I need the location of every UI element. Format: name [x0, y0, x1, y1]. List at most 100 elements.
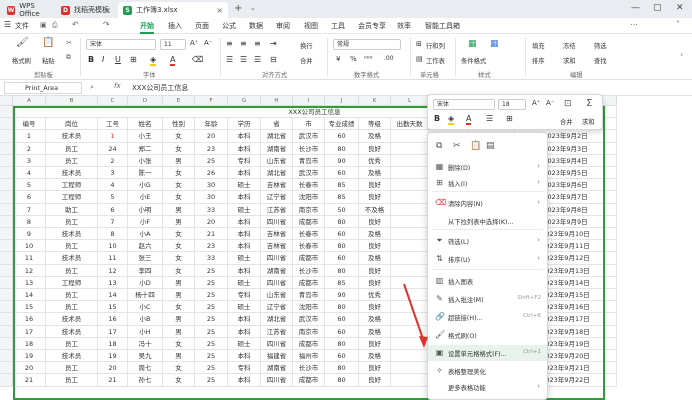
menu-file[interactable]: 文件 — [15, 21, 29, 31]
table-cell[interactable]: 女 — [163, 374, 195, 387]
table-cell[interactable]: 本科 — [228, 264, 261, 277]
table-cell[interactable]: 辽宁省 — [261, 301, 293, 314]
table-cell[interactable]: 技术员 — [46, 313, 98, 326]
context-menu-item[interactable]: 从下拉列表中选择(K)... — [428, 213, 547, 229]
table-cell[interactable]: 25 — [195, 276, 228, 289]
table-cell[interactable]: 专科 — [228, 289, 261, 302]
table-cell[interactable]: 男 — [163, 154, 195, 167]
table-cell[interactable]: 工程师 — [46, 179, 98, 192]
table-cell[interactable]: 20 — [195, 130, 228, 143]
new-tab-button[interactable]: + — [234, 3, 242, 14]
table-cell[interactable]: 2 — [98, 154, 128, 167]
table-cell[interactable]: 小张 — [128, 154, 163, 167]
row-header[interactable] — [0, 142, 13, 155]
menu-data[interactable]: 数据 — [249, 21, 263, 31]
table-cell[interactable]: 市 — [293, 118, 325, 131]
align-center-icon[interactable]: ☰ — [486, 114, 493, 123]
sum-button[interactable]: 求和 — [563, 56, 576, 65]
font-name-select[interactable]: 宋体 — [86, 39, 156, 50]
table-cell[interactable]: 及格 — [359, 350, 391, 363]
tab-wps-office[interactable]: W WPS Office — [2, 2, 54, 18]
table-cell[interactable]: 湖北省 — [261, 313, 293, 326]
table-cell[interactable]: 技术员 — [46, 325, 98, 338]
table-cell[interactable]: 85 — [325, 276, 359, 289]
table-cell[interactable]: 12 — [98, 264, 128, 277]
row-header[interactable] — [0, 130, 13, 143]
table-cell[interactable]: 17 — [13, 325, 46, 338]
table-cell[interactable]: 80 — [325, 374, 359, 387]
underline-icon[interactable]: U — [115, 55, 121, 64]
column-header[interactable]: K — [359, 96, 391, 106]
menu-formula[interactable]: 公式 — [222, 21, 236, 31]
table-cell[interactable]: 男 — [163, 276, 195, 289]
table-cell[interactable]: 等级 — [359, 118, 391, 131]
italic-icon[interactable]: I — [102, 55, 104, 64]
table-cell[interactable]: 良好 — [359, 191, 391, 204]
context-menu-item[interactable]: ▣ 设置单元格格式(F)... Ctrl+1 — [428, 345, 547, 361]
table-cell[interactable]: 15 — [98, 301, 128, 314]
distribute-icon[interactable]: ⊟ — [270, 55, 277, 64]
menu-insert[interactable]: 插入 — [168, 21, 182, 31]
table-cell[interactable]: 成都市 — [293, 276, 325, 289]
worksheet-button[interactable]: 工作表 — [426, 56, 445, 65]
table-cell[interactable]: 10 — [98, 240, 128, 253]
font-size-select[interactable]: 11 — [160, 39, 186, 50]
table-cell[interactable]: 小B — [128, 313, 163, 326]
table-cell[interactable]: 5 — [13, 179, 46, 192]
table-cell[interactable]: 20 — [13, 362, 46, 375]
table-cell[interactable]: 85 — [325, 191, 359, 204]
table-cell[interactable]: 本科 — [228, 215, 261, 228]
table-cell[interactable]: 硕士 — [228, 276, 261, 289]
row-header[interactable] — [0, 289, 13, 302]
table-cell[interactable]: 四川省 — [261, 374, 293, 387]
column-header[interactable]: B — [46, 96, 98, 106]
table-cell[interactable]: 及格 — [359, 252, 391, 265]
table-cell[interactable]: 女 — [163, 362, 195, 375]
table-cell[interactable]: 专科 — [228, 154, 261, 167]
table-cell[interactable]: 本科 — [228, 240, 261, 253]
table-cell[interactable]: 小H — [128, 325, 163, 338]
table-cell[interactable]: 13 — [98, 276, 128, 289]
menu-tools[interactable]: 工具 — [331, 21, 345, 31]
table-cell[interactable]: 及格 — [359, 313, 391, 326]
table-cell[interactable]: 16 — [98, 313, 128, 326]
table-cell[interactable]: 女 — [163, 191, 195, 204]
table-cell[interactable] — [391, 215, 429, 228]
table-cell[interactable]: 3 — [98, 167, 128, 180]
table-cell[interactable]: 山东省 — [261, 289, 293, 302]
table-cell[interactable]: 福建省 — [261, 350, 293, 363]
table-cell[interactable] — [391, 142, 429, 155]
context-menu-item[interactable]: ▥ 插入图表 — [428, 273, 547, 289]
row-header[interactable] — [0, 215, 13, 228]
table-cell[interactable]: 成都市 — [293, 252, 325, 265]
table-cell[interactable]: 60 — [325, 313, 359, 326]
table-cell[interactable]: 青岛市 — [293, 289, 325, 302]
column-header[interactable]: G — [228, 96, 261, 106]
table-cell[interactable]: 吴九 — [128, 350, 163, 363]
table-cell[interactable]: 80 — [325, 301, 359, 314]
table-cell[interactable]: 24 — [98, 142, 128, 155]
row-header[interactable] — [0, 325, 13, 338]
table-cell[interactable] — [391, 350, 429, 363]
table-cell[interactable]: 张三 — [128, 252, 163, 265]
table-cell[interactable]: 南京市 — [293, 325, 325, 338]
row-header[interactable] — [0, 154, 13, 167]
context-menu-item[interactable]: ⇅ 排序(U) › — [428, 251, 547, 267]
table-cell[interactable]: 员工 — [46, 215, 98, 228]
column-header[interactable]: L — [391, 96, 429, 106]
table-cell[interactable]: 员工 — [46, 154, 98, 167]
row-header[interactable] — [0, 337, 13, 350]
context-menu-item[interactable]: 🔗 超链接(H)... Ctrl+K — [428, 309, 547, 325]
table-cell[interactable]: 85 — [325, 179, 359, 192]
row-header[interactable] — [0, 240, 13, 253]
table-cell[interactable]: 25 — [195, 350, 228, 363]
context-menu-item[interactable]: ▦ 删除(D) › — [428, 159, 547, 175]
row-col-button[interactable]: 行和列 — [426, 41, 445, 50]
table-cell[interactable]: 女 — [163, 179, 195, 192]
table-cell[interactable]: 工号 — [98, 118, 128, 131]
menu-page[interactable]: 页面 — [195, 21, 209, 31]
table-cell[interactable]: 60 — [325, 167, 359, 180]
table-cell[interactable]: 年龄 — [195, 118, 228, 131]
table-cell[interactable]: 50 — [325, 203, 359, 216]
cut-icon[interactable]: ✂ — [66, 39, 72, 47]
